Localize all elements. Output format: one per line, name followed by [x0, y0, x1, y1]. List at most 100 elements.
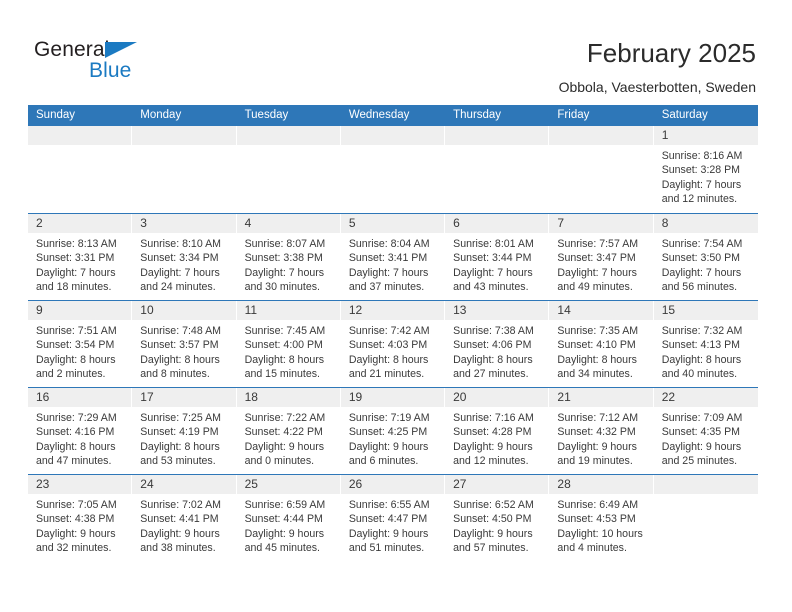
day-cell-14[interactable]: 14 Sunrise: 7:35 AM Sunset: 4:10 PM Dayligh…: [549, 301, 654, 387]
calendar-week-row: 9 Sunrise: 7:51 AM Sunset: 3:54 PM Daylight…: [28, 300, 758, 387]
daylight-text-cont: and 27 minutes.: [453, 367, 529, 380]
day-cell-20[interactable]: 20 Sunrise: 7:16 AM Sunset: 4:28 PM Dayligh…: [445, 388, 550, 474]
triangle-icon: [105, 42, 137, 58]
daylight-text: Daylight: 10 hours: [557, 527, 643, 540]
daylight-text: Daylight: 7 hours: [244, 266, 325, 279]
day-number-band: 3: [132, 214, 237, 233]
day-cell-26[interactable]: 26 Sunrise: 6:55 AM Sunset: 4:47 PM Dayligh…: [340, 475, 446, 561]
day-cell-2[interactable]: 2 Sunrise: 8:13 AM Sunset: 3:31 PM Daylight…: [28, 214, 133, 300]
day-details: Sunrise: 7:19 AM Sunset: 4:25 PM Daylight:…: [341, 407, 445, 468]
weekday-header-sunday: Sunday: [36, 109, 76, 121]
daylight-text: Daylight: 8 hours: [453, 353, 533, 366]
day-cell-10[interactable]: 10 Sunrise: 7:48 AM Sunset: 3:57 PM Dayligh…: [132, 301, 237, 387]
day-details: Sunrise: 7:32 AM Sunset: 4:13 PM Daylight:…: [654, 320, 758, 381]
day-number-band: 6: [445, 214, 550, 233]
day-number-band: 20: [445, 388, 550, 407]
day-number-band: 13: [445, 301, 550, 320]
day-cell-16[interactable]: 16 Sunrise: 7:29 AM Sunset: 4:16 PM Dayligh…: [28, 388, 133, 474]
day-cell-empty: [653, 475, 758, 561]
day-details: [654, 494, 758, 498]
day-cell-8[interactable]: 8 Sunrise: 7:54 AM Sunset: 3:50 PM Daylight…: [653, 214, 758, 300]
sunrise-text: Sunrise: 8:13 AM: [36, 238, 117, 250]
day-cell-17[interactable]: 17 Sunrise: 7:25 AM Sunset: 4:19 PM Dayligh…: [132, 388, 237, 474]
daylight-text: Daylight: 9 hours: [244, 527, 325, 540]
day-cell-11[interactable]: 11 Sunrise: 7:45 AM Sunset: 4:00 PM Dayligh…: [236, 301, 341, 387]
day-number: 20: [453, 390, 467, 404]
sunset-text: Sunset: 3:50 PM: [661, 252, 741, 265]
sunrise-text: Sunrise: 7:22 AM: [244, 412, 326, 424]
day-cell-22[interactable]: 22 Sunrise: 7:09 AM Sunset: 4:35 PM Dayligh…: [653, 388, 758, 474]
day-number: 8: [661, 216, 669, 230]
day-details: Sunrise: 7:51 AM Sunset: 3:54 PM Daylight:…: [28, 320, 132, 381]
day-cell-23[interactable]: 23 Sunrise: 7:05 AM Sunset: 4:38 PM Dayligh…: [28, 475, 133, 561]
day-number: 13: [453, 303, 467, 317]
daylight-text: Daylight: 8 hours: [36, 353, 116, 366]
day-number-band: 21: [549, 388, 654, 407]
day-cell-empty: [236, 126, 341, 213]
sunrise-text: Sunrise: 8:10 AM: [140, 238, 221, 250]
page-title: February 2025: [586, 38, 756, 68]
day-cell-25[interactable]: 25 Sunrise: 6:59 AM Sunset: 4:44 PM Dayligh…: [236, 475, 341, 561]
day-details: Sunrise: 8:16 AM Sunset: 3:28 PM Daylight:…: [654, 145, 758, 206]
day-cell-empty: [28, 126, 133, 213]
day-cell-24[interactable]: 24 Sunrise: 7:02 AM Sunset: 4:41 PM Dayligh…: [132, 475, 237, 561]
daylight-text-cont: and 0 minutes.: [244, 454, 315, 467]
sunrise-text: Sunrise: 7:54 AM: [661, 238, 743, 250]
day-cell-13[interactable]: 13 Sunrise: 7:38 AM Sunset: 4:06 PM Dayligh…: [445, 301, 550, 387]
daylight-text-cont: and 32 minutes.: [36, 541, 112, 554]
sunset-text: Sunset: 4:16 PM: [36, 426, 115, 439]
day-number: 27: [453, 477, 467, 491]
day-cell-9[interactable]: 9 Sunrise: 7:51 AM Sunset: 3:54 PM Daylight…: [28, 301, 133, 387]
daylight-text: Daylight: 7 hours: [453, 266, 533, 279]
page-subtitle: Obbola, Vaesterbotten, Sweden: [558, 79, 756, 95]
day-details: Sunrise: 7:38 AM Sunset: 4:06 PM Daylight:…: [445, 320, 549, 381]
day-details: Sunrise: 7:35 AM Sunset: 4:10 PM Daylight:…: [549, 320, 653, 381]
day-number-band: 12: [340, 301, 446, 320]
day-number-band: [549, 126, 654, 145]
sunset-text: Sunset: 4:13 PM: [661, 339, 741, 352]
daylight-text: Daylight: 8 hours: [36, 440, 116, 453]
day-details: Sunrise: 6:49 AM Sunset: 4:53 PM Daylight:…: [549, 494, 653, 555]
day-number-band: [236, 126, 341, 145]
sunset-text: Sunset: 4:00 PM: [244, 339, 323, 352]
sunset-text: Sunset: 3:28 PM: [661, 164, 741, 177]
day-number: 24: [140, 477, 154, 491]
day-cell-21[interactable]: 21 Sunrise: 7:12 AM Sunset: 4:32 PM Dayligh…: [549, 388, 654, 474]
day-number: 15: [661, 303, 676, 317]
day-details: Sunrise: 6:59 AM Sunset: 4:44 PM Daylight:…: [237, 494, 341, 555]
weekday-header-tuesday: Tuesday: [244, 109, 289, 121]
day-number: 18: [244, 390, 258, 404]
day-number: 23: [36, 477, 50, 491]
sunrise-text: Sunrise: 8:01 AM: [453, 238, 534, 250]
day-number-band: 14: [549, 301, 654, 320]
daylight-text-cont: and 49 minutes.: [557, 280, 633, 293]
daylight-text: Daylight: 9 hours: [348, 440, 429, 453]
day-cell-3[interactable]: 3 Sunrise: 8:10 AM Sunset: 3:34 PM Daylight…: [132, 214, 237, 300]
day-number: 25: [244, 477, 258, 491]
day-cell-19[interactable]: 19 Sunrise: 7:19 AM Sunset: 4:25 PM Dayligh…: [340, 388, 446, 474]
day-number-band: 7: [549, 214, 654, 233]
day-details: [237, 145, 341, 149]
sunrise-text: Sunrise: 7:25 AM: [140, 412, 221, 424]
day-cell-6[interactable]: 6 Sunrise: 8:01 AM Sunset: 3:44 PM Daylight…: [445, 214, 550, 300]
brand-logo[interactable]: General Blue: [34, 38, 164, 84]
day-cell-12[interactable]: 12 Sunrise: 7:42 AM Sunset: 4:03 PM Dayligh…: [340, 301, 446, 387]
daylight-text: Daylight: 9 hours: [36, 527, 116, 540]
daylight-text-cont: and 12 minutes.: [453, 454, 529, 467]
daylight-text: Daylight: 7 hours: [661, 266, 742, 279]
day-cell-28[interactable]: 28 Sunrise: 6:49 AM Sunset: 4:53 PM Dayligh…: [549, 475, 654, 561]
daylight-text: Daylight: 8 hours: [140, 440, 220, 453]
day-cell-27[interactable]: 27 Sunrise: 6:52 AM Sunset: 4:50 PM Dayligh…: [445, 475, 550, 561]
day-cell-15[interactable]: 15 Sunrise: 7:32 AM Sunset: 4:13 PM Dayligh…: [653, 301, 758, 387]
day-cell-5[interactable]: 5 Sunrise: 8:04 AM Sunset: 3:41 PM Daylight…: [340, 214, 446, 300]
day-number-band: 9: [28, 301, 133, 320]
day-number-band: [132, 126, 237, 145]
day-cell-7[interactable]: 7 Sunrise: 7:57 AM Sunset: 3:47 PM Daylight…: [549, 214, 654, 300]
sunset-text: Sunset: 3:38 PM: [244, 252, 323, 265]
daylight-text: Daylight: 9 hours: [453, 527, 533, 540]
day-cell-4[interactable]: 4 Sunrise: 8:07 AM Sunset: 3:38 PM Daylight…: [236, 214, 341, 300]
day-details: [445, 145, 549, 149]
day-number-band: 5: [340, 214, 446, 233]
day-cell-18[interactable]: 18 Sunrise: 7:22 AM Sunset: 4:22 PM Dayligh…: [236, 388, 341, 474]
day-cell-1[interactable]: 1 Sunrise: 8:16 AM Sunset: 3:28 PM Daylight…: [653, 126, 758, 213]
